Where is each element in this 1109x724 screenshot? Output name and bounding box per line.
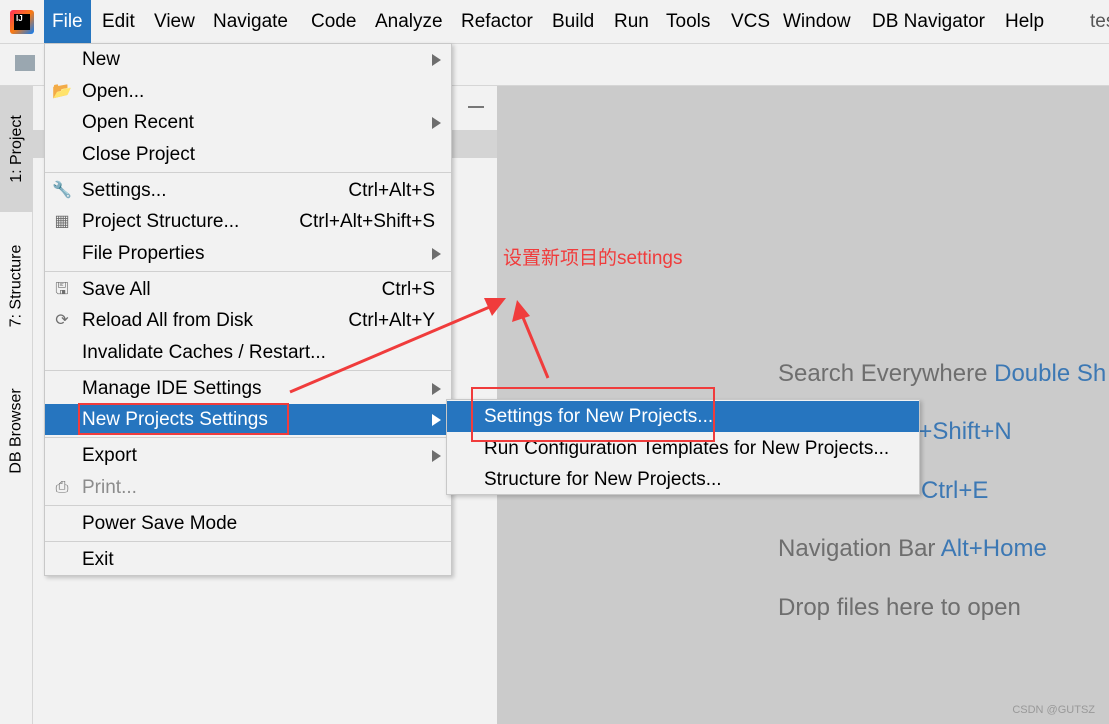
watermark: CSDN @GUTSZ <box>1012 704 1095 716</box>
annotation-arrow-2 <box>520 314 550 379</box>
annotation-arrow-1 <box>289 304 493 394</box>
annotation-arrows <box>289 298 550 394</box>
annotation-arrowhead-2 <box>512 300 530 322</box>
